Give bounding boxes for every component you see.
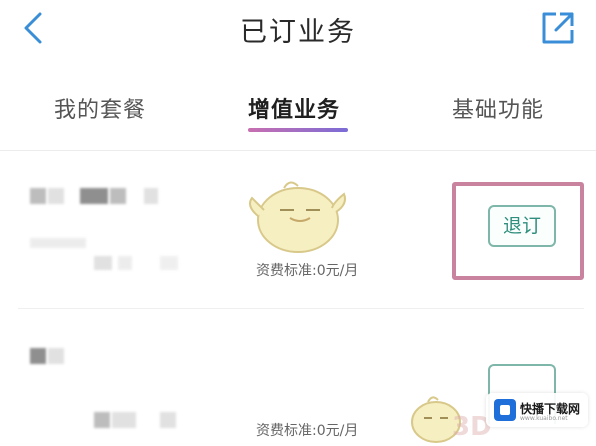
watermark-url: www.kuaibo.net	[520, 415, 568, 422]
site-watermark: 快播下载网 www.kuaibo.net	[486, 393, 588, 427]
page-title: 已订业务	[240, 17, 356, 48]
pixelated-service-name	[30, 348, 46, 364]
unsubscribe-button[interactable]: 退订	[488, 205, 556, 247]
pixelated-service-name	[30, 188, 46, 204]
pixelated-service-detail	[112, 412, 136, 428]
share-button[interactable]	[538, 8, 578, 48]
pixelated-service-name	[110, 188, 126, 204]
divider	[0, 150, 596, 151]
tab-bar: 我的套餐 增值业务 基础功能	[0, 82, 596, 142]
mascot-watermark-icon	[249, 181, 346, 253]
site-logo-icon	[494, 399, 516, 421]
divider	[18, 308, 584, 309]
tab-basic-functions[interactable]: 基础功能	[452, 92, 544, 124]
tab-value-added-services[interactable]: 增值业务	[248, 92, 340, 124]
pixelated-service-detail	[94, 256, 112, 270]
pixelated-service-detail	[118, 256, 132, 270]
pixelated-service-detail	[94, 412, 110, 428]
pixelated-service-name	[80, 188, 108, 204]
fee-label: 资费标准:0元/月	[256, 423, 359, 439]
fee-label: 资费标准:0元/月	[256, 263, 359, 279]
active-tab-indicator	[248, 128, 348, 132]
external-link-icon	[542, 12, 574, 44]
pixelated-service-detail	[30, 238, 86, 248]
pixelated-service-name	[144, 188, 158, 204]
pixelated-service-detail	[160, 412, 176, 428]
pixelated-service-name	[48, 188, 64, 204]
pixelated-service-name	[48, 348, 64, 364]
app-header: 已订业务	[0, 0, 596, 62]
tab-my-package[interactable]: 我的套餐	[54, 92, 146, 124]
pixelated-service-detail	[160, 256, 178, 270]
